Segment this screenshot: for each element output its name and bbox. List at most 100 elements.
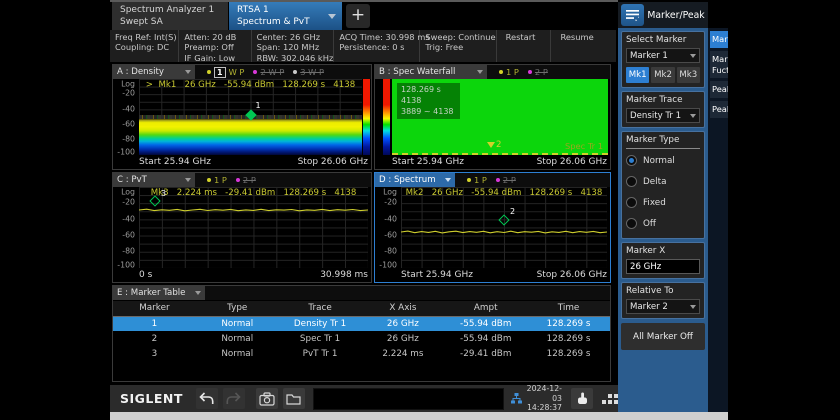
select-marker-dropdown[interactable]: Marker 1 [626,48,700,63]
cell-x-axis: 26 GHz [361,332,444,346]
col-marker: Marker [113,301,196,316]
marker-type-delta[interactable]: Delta [626,171,700,192]
col-x-axis: X Axis [361,301,444,316]
marker-type-off[interactable]: Off [626,213,700,234]
relative-to-dropdown[interactable]: Marker 2 [626,299,700,314]
window-a-selector[interactable]: A : Density [113,65,195,79]
spectrum-trace [401,228,607,236]
add-tab-button[interactable]: + [346,4,370,28]
y-label: Log [383,187,397,196]
window-d-selector[interactable]: D : Spectrum [375,173,455,187]
marker-quick-buttons: Mk1 Mk2 Mk3 [626,67,700,83]
window-waterfall[interactable]: B : Spec Waterfall 1 P 2 P 128.269 s 413… [374,64,611,170]
waterfall-trace-label: Spec Tr 1 [565,141,603,151]
x-start-label: Start 25.94 GHz [401,270,473,280]
cell-type: Normal [196,347,279,361]
settings-frequency-ref[interactable]: Freq Ref: Int(S) Coupling: DC [110,30,179,62]
settings-attenuation[interactable]: Atten: 20 dB Preamp: Off IF Gain: Low [179,30,251,62]
screenshot-button[interactable] [256,388,278,409]
tab-rtsa-1[interactable]: RTSA 1 Spectrum & PvT [229,2,342,30]
resume-button[interactable]: Resume [551,30,616,62]
side-menu-marker[interactable]: Marker [710,31,728,48]
marker-trace-dropdown[interactable]: Density Tr 1 [626,108,700,123]
trace-3-indicator[interactable]: 3 W P [293,67,324,77]
mk2-button[interactable]: Mk2 [651,67,674,83]
side-menu-peak-config[interactable]: Peak Config [710,101,728,118]
settings-acquisition[interactable]: ACQ Time: 30.998 ms Persistence: 0 s [334,30,420,62]
spectrum-plot-area: Mk2 26 GHz -55.94 dBm 128.269 s 4138 2 [401,187,607,268]
marker-2-diamond[interactable] [498,214,509,225]
window-pvt[interactable]: C : PvT 1 P 2 P Log -20 -40 -60 -80 -100… [112,172,372,283]
center-freq-value: Center: 26 GHz [257,32,334,42]
cell-trace: PvT Tr 1 [279,347,362,361]
datetime-display[interactable]: 2024-12-03 14:28:37 [526,384,562,413]
table-row[interactable]: 3 Normal PvT Tr 1 2.224 ms -29.41 dBm 12… [113,347,610,361]
trace-2-indicator[interactable]: 2 P [236,175,256,185]
window-density[interactable]: A : Density 1W P 2 W P 3 W P Log -20 -40… [112,64,372,170]
window-c-selector[interactable]: C : PvT [113,173,195,187]
tab2-line2: Spectrum & PvT [237,17,342,29]
menu-button[interactable] [621,4,644,26]
window-c-title: C : PvT [117,175,147,185]
settings-sweep[interactable]: Sweep: Continue Trig: Free [420,30,496,62]
cell-x-axis: 2.224 ms [361,347,444,361]
marker-x-input[interactable]: 26 GHz [626,259,700,274]
marker-type-normal[interactable]: Normal [626,150,700,171]
relative-to-value: Marker 2 [630,302,668,312]
marker-trace-value: Density Tr 1 [630,111,681,121]
restart-button[interactable]: Restart [497,30,552,62]
undo-button[interactable] [196,388,218,409]
chevron-down-icon [185,178,191,182]
y-label: -100 [379,260,397,269]
marker-type-fixed[interactable]: Fixed [626,192,700,213]
side-menu-peak-search[interactable]: Peak Search [710,81,728,98]
window-e-selector[interactable]: E : Marker Table [113,286,205,300]
trace-2-indicator[interactable]: 2 P [496,175,516,185]
marker-trace-group: Marker Trace Density Tr 1 [621,91,705,128]
density-colorbar [363,79,370,155]
marker-2-waterfall[interactable]: 2 [487,140,501,150]
trace-1-indicator[interactable]: 1 P [207,175,227,185]
trace-2-dot-icon [236,178,240,182]
trace-2-indicator[interactable]: 2 W P [253,67,284,77]
window-spectrum[interactable]: D : Spectrum 1 P 2 P Log -20 -40 -60 -80… [374,172,611,283]
cell-marker: 3 [113,347,196,361]
trace-1-indicator[interactable]: 1 P [467,175,487,185]
chevron-down-icon [185,70,191,74]
window-marker-table[interactable]: E : Marker Table Marker Type Trace X Axi… [112,285,611,382]
tab-spectrum-analyzer-1[interactable]: Spectrum Analyzer 1 Swept SA [112,2,228,30]
chevron-down-icon[interactable] [328,14,336,19]
trace-2-indicator[interactable]: 2 P [528,67,548,77]
window-e-title: E : Marker Table [117,288,185,298]
chevron-down-icon [690,54,696,58]
file-button[interactable] [283,388,305,409]
marker-2-number: 2 [496,140,501,150]
y-label: -80 [122,135,135,144]
hamburger-menu-icon [626,9,639,21]
marker-3-readout: Mk3 2.224 ms -29.41 dBm 128.269 s 4138 [139,188,368,198]
side-menu-marker-function[interactable]: Marker Fuction [710,51,728,79]
trace-1-indicator[interactable]: 1 P [499,67,519,77]
siglent-logo: SIGLENT [120,391,183,406]
all-marker-off-button[interactable]: All Marker Off [621,323,705,350]
lan-status-icon[interactable] [511,389,522,408]
window-b-selector[interactable]: B : Spec Waterfall [375,65,487,79]
mk1-button[interactable]: Mk1 [626,67,649,83]
radio-label: Fixed [643,198,666,208]
touch-mode-button[interactable] [571,388,593,409]
col-time: Time [527,301,610,316]
trace-1-mode: 1 P [474,175,487,185]
table-row[interactable]: 2 Normal Spec Tr 1 26 GHz -55.94 dBm 128… [113,332,610,346]
settings-bar: Freq Ref: Int(S) Coupling: DC Atten: 20 … [110,30,616,62]
settings-frequency[interactable]: Center: 26 GHz Span: 120 MHz RBW: 302.04… [252,30,335,62]
redo-button[interactable] [223,388,245,409]
y-label: Log [121,79,135,88]
trace-1-indicator[interactable]: 1W P [207,67,244,78]
radio-icon [626,155,637,166]
marker-trace-label: Marker Trace [626,95,700,105]
mk3-button[interactable]: Mk3 [677,67,700,83]
window-d-y-axis: Log -20 -40 -60 -80 -100 [375,187,399,268]
tab1-line1: Spectrum Analyzer 1 [120,5,228,17]
app-grid-icon[interactable] [602,394,618,404]
table-row[interactable]: 1 Normal Density Tr 1 26 GHz -55.94 dBm … [113,317,610,331]
